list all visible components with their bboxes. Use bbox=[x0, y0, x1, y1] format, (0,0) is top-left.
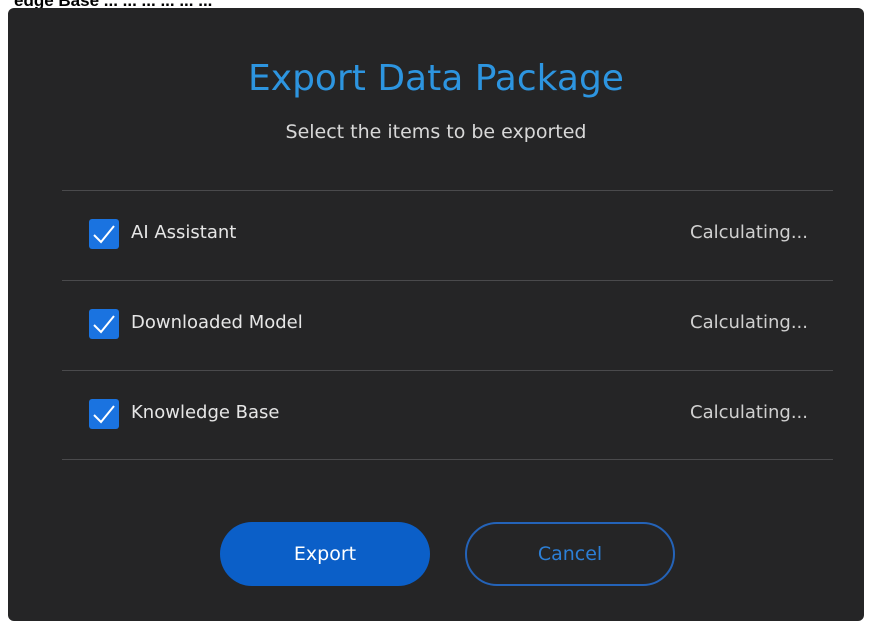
item-size-status: Calculating... bbox=[690, 312, 808, 333]
dialog-subtitle: Select the items to be exported bbox=[285, 121, 587, 143]
export-button[interactable]: Export bbox=[220, 522, 430, 586]
item-label: Downloaded Model bbox=[131, 312, 303, 333]
export-dialog: Export Data Package Select the items to … bbox=[8, 8, 864, 621]
item-label: AI Assistant bbox=[131, 222, 237, 243]
checkmark-icon bbox=[93, 225, 115, 244]
cancel-button[interactable]: Cancel bbox=[465, 522, 675, 586]
ai-assistant-checkbox[interactable] bbox=[89, 219, 119, 249]
export-item-knowledge-base[interactable]: Knowledge Base Calculating... bbox=[62, 371, 833, 460]
checkmark-icon bbox=[93, 315, 115, 334]
export-item-ai-assistant[interactable]: AI Assistant Calculating... bbox=[62, 191, 833, 280]
downloaded-model-checkbox[interactable] bbox=[89, 309, 119, 339]
item-size-status: Calculating... bbox=[690, 402, 808, 423]
dialog-title: Export Data Package bbox=[248, 58, 624, 99]
item-size-status: Calculating... bbox=[690, 222, 808, 243]
checkmark-icon bbox=[93, 405, 115, 424]
item-label: Knowledge Base bbox=[131, 402, 280, 423]
knowledge-base-checkbox[interactable] bbox=[89, 399, 119, 429]
export-item-downloaded-model[interactable]: Downloaded Model Calculating... bbox=[62, 281, 833, 370]
divider bbox=[62, 459, 833, 460]
